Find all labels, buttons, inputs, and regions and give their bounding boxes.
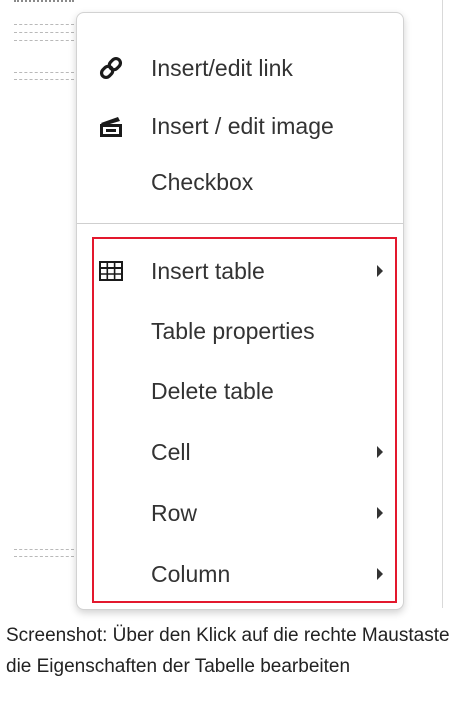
context-menu: Insert/edit link Insert / edit image Che…: [76, 12, 404, 610]
image-icon: [98, 114, 124, 138]
table-border-dots: [14, 0, 74, 2]
menu-item-insert-edit-link[interactable]: Insert/edit link: [77, 40, 403, 96]
menu-item-label: Checkbox: [151, 168, 254, 195]
table-border-dashes: [14, 549, 74, 550]
table-border-dashes: [14, 79, 74, 80]
menu-item-checkbox[interactable]: Checkbox: [77, 154, 403, 210]
table-border-dashes: [14, 72, 74, 73]
menu-item-label: Insert / edit image: [151, 112, 334, 139]
table-border-dashes: [14, 32, 74, 33]
menu-divider: [77, 223, 403, 224]
menu-item-insert-edit-image[interactable]: Insert / edit image: [77, 98, 403, 154]
editor-right-border: [442, 0, 443, 608]
screenshot-caption: Screenshot: Über den Klick auf die recht…: [6, 625, 450, 677]
link-icon: [98, 56, 124, 80]
table-border-dashes: [14, 556, 74, 557]
table-border-dashes: [14, 24, 74, 25]
table-options-highlight-box: [92, 237, 397, 603]
table-border-dashes: [14, 40, 74, 41]
menu-item-label: Insert/edit link: [151, 54, 293, 81]
